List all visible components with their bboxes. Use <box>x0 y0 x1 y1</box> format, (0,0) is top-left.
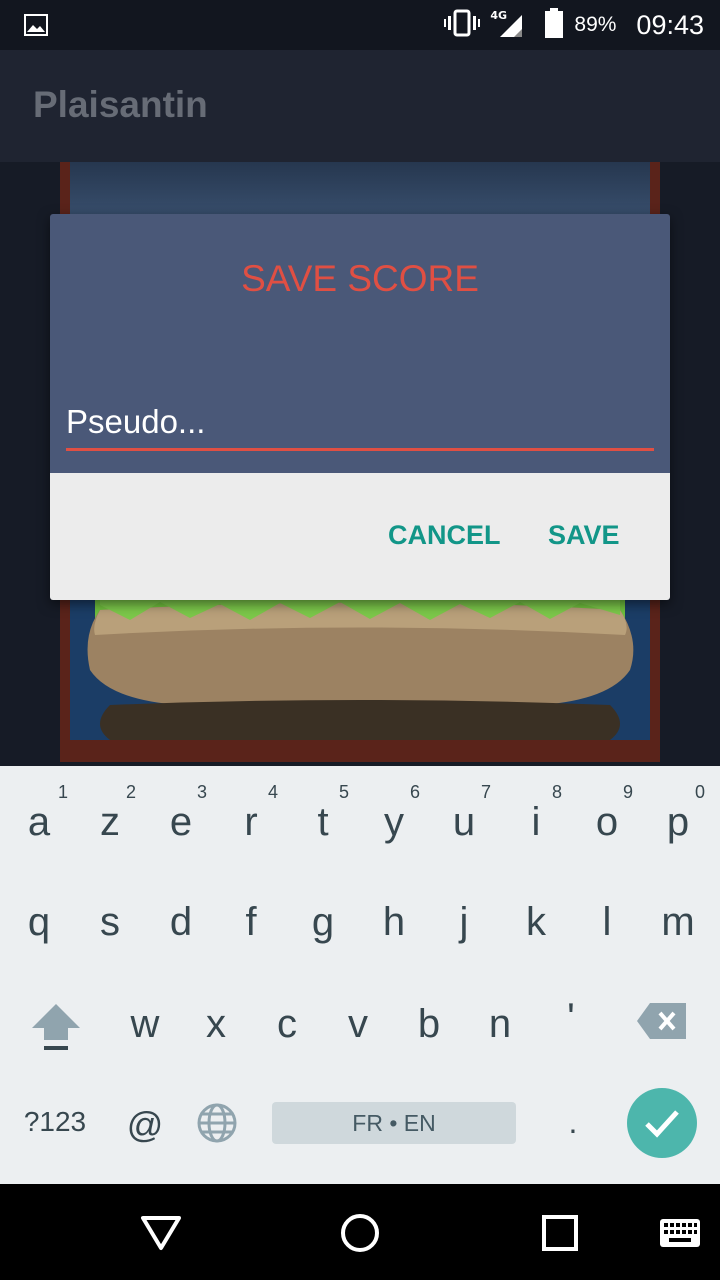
battery-icon <box>544 8 564 42</box>
key-s[interactable]: s <box>75 900 145 945</box>
app-bar: Plaisantin <box>0 50 720 162</box>
key-u[interactable]: u <box>429 800 499 845</box>
enter-key[interactable] <box>627 1088 697 1158</box>
key-t[interactable]: t <box>288 800 358 845</box>
save-button[interactable]: SAVE <box>548 520 620 551</box>
key-j[interactable]: j <box>429 900 499 945</box>
vibrate-icon <box>444 9 481 41</box>
symbols-key[interactable]: ?123 <box>20 1106 90 1138</box>
battery-percentage: 89% <box>574 13 617 36</box>
key-f[interactable]: f <box>216 900 286 945</box>
key-o[interactable]: o <box>572 800 642 845</box>
key-b[interactable]: b <box>394 1002 464 1047</box>
key-i[interactable]: i <box>501 800 571 845</box>
space-bar[interactable]: FR • EN <box>272 1102 516 1144</box>
key-x[interactable]: x <box>181 1002 251 1047</box>
key-e[interactable]: e <box>146 800 216 845</box>
dialog-title: SAVE SCORE <box>241 258 479 299</box>
globe-icon[interactable] <box>196 1102 238 1148</box>
key-l[interactable]: l <box>572 900 642 945</box>
soft-keyboard: 1 a 2 z 3 e 4 r 5 t 6 y 7 u 8 i 9 o 0 p … <box>0 766 720 1184</box>
pseudo-input[interactable] <box>66 396 654 451</box>
key-g[interactable]: g <box>288 900 358 945</box>
clock: 09:43 <box>636 9 704 40</box>
key-m[interactable]: m <box>643 900 713 945</box>
at-key[interactable]: @ <box>110 1104 180 1146</box>
key-c[interactable]: c <box>252 1002 322 1047</box>
key-q[interactable]: q <box>4 900 74 945</box>
key-p[interactable]: p <box>643 800 713 845</box>
key-v[interactable]: v <box>323 1002 393 1047</box>
key-a[interactable]: a <box>4 800 74 845</box>
navigation-bar <box>0 1184 720 1280</box>
image-icon <box>24 14 48 40</box>
signal-icon: 4G <box>490 9 530 39</box>
keyboard-switch-icon[interactable] <box>659 1218 701 1252</box>
period-key[interactable]: . <box>538 1104 608 1141</box>
key-z[interactable]: z <box>75 800 145 845</box>
shift-icon[interactable] <box>30 1000 82 1056</box>
enter-check-icon <box>645 1110 679 1138</box>
key-k[interactable]: k <box>501 900 571 945</box>
key-apostrophe[interactable]: ' <box>536 996 606 1041</box>
home-icon[interactable] <box>339 1212 381 1258</box>
status-bar: 4G 89% 09:43 <box>0 0 720 50</box>
key-r[interactable]: r <box>216 800 286 845</box>
key-d[interactable]: d <box>146 900 216 945</box>
key-y[interactable]: y <box>359 800 429 845</box>
key-h[interactable]: h <box>359 900 429 945</box>
back-icon[interactable] <box>139 1212 183 1256</box>
app-title: Plaisantin <box>33 84 208 125</box>
burger-image <box>70 600 650 740</box>
cancel-button[interactable]: CANCEL <box>388 520 501 551</box>
save-score-dialog: SAVE SCORE CANCEL SAVE <box>50 214 670 600</box>
backspace-icon[interactable] <box>636 1002 688 1044</box>
dialog-header: SAVE SCORE <box>50 214 670 473</box>
game-image-top <box>70 162 650 222</box>
key-n[interactable]: n <box>465 1002 535 1047</box>
key-w[interactable]: w <box>110 1002 180 1047</box>
recents-icon[interactable] <box>541 1214 579 1256</box>
